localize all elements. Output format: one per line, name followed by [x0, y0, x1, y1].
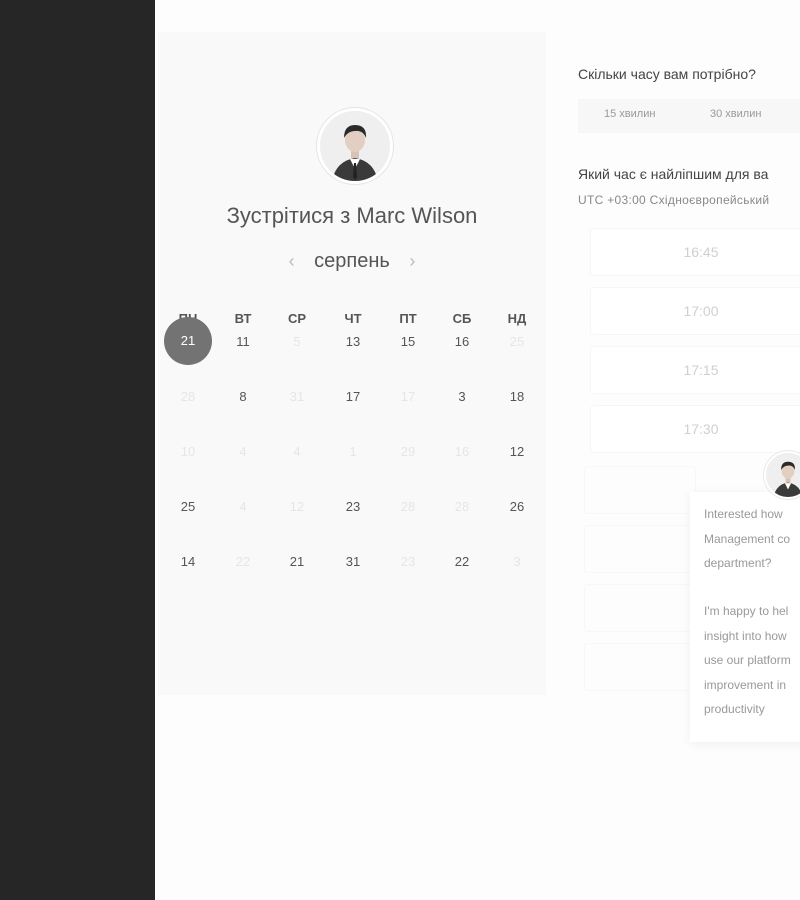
calendar-day[interactable]: 18: [497, 389, 537, 404]
calendar-day[interactable]: 29: [388, 444, 428, 459]
calendar-day[interactable]: 16: [442, 334, 482, 349]
calendar-day[interactable]: 23: [333, 499, 373, 514]
host-avatar: [317, 108, 393, 184]
calendar-day[interactable]: 23: [388, 554, 428, 569]
calendar-day-selected[interactable]: 21: [164, 317, 212, 365]
person-icon: [320, 111, 390, 181]
calendar-day[interactable]: 25: [168, 499, 208, 514]
chat-message-1: Interested how Management co department?: [704, 507, 791, 570]
calendar-day[interactable]: 22: [442, 554, 482, 569]
calendar-day[interactable]: 8: [223, 389, 263, 404]
calendar-day[interactable]: 31: [277, 389, 317, 404]
calendar-day[interactable]: 25: [497, 334, 537, 349]
calendar-day[interactable]: 31: [333, 554, 373, 569]
chevron-right-icon[interactable]: ›: [409, 251, 415, 272]
weekday-label: НД: [507, 311, 527, 326]
calendar-day[interactable]: 28: [388, 499, 428, 514]
duration-option-15[interactable]: 15 хвилин: [604, 108, 655, 120]
calendar-day[interactable]: 11: [223, 334, 263, 349]
calendar-day[interactable]: 28: [442, 499, 482, 514]
timezone-label[interactable]: UTC +03:00 Східноєвропейський: [578, 193, 769, 207]
calendar-day[interactable]: 15: [388, 334, 428, 349]
weekday-label: СР: [287, 311, 307, 326]
booking-page: Зустрітися з Marc Wilson ‹ серпень › Скі…: [155, 0, 800, 900]
logo-icon: [360, 0, 450, 15]
calendar-day[interactable]: 4: [277, 444, 317, 459]
calendar-day[interactable]: 5: [277, 334, 317, 349]
calendar-day[interactable]: 17: [388, 389, 428, 404]
calendar-day[interactable]: 13: [333, 334, 373, 349]
calendar-day[interactable]: 28: [168, 389, 208, 404]
time-slot-hidden: [584, 525, 696, 573]
duration-option-30[interactable]: 30 хвилин: [710, 108, 761, 120]
month-navigation: ‹ серпень ›: [155, 250, 549, 273]
time-slot-hidden: [584, 466, 696, 514]
time-slot[interactable]: 17:15: [590, 346, 800, 394]
calendar-day[interactable]: 26: [497, 499, 537, 514]
calendar-day[interactable]: 1: [333, 444, 373, 459]
month-label: серпень: [314, 250, 390, 272]
calendar-day[interactable]: 3: [497, 554, 537, 569]
calendar-day[interactable]: 4: [223, 444, 263, 459]
dark-sidebar: [0, 0, 155, 900]
time-question: Який час є найліпшим для ва: [578, 166, 769, 182]
calendar-day[interactable]: 10: [168, 444, 208, 459]
time-slot[interactable]: 16:45: [590, 228, 800, 276]
person-icon: [766, 453, 800, 497]
calendar-day[interactable]: 22: [223, 554, 263, 569]
time-slot-hidden: [584, 643, 696, 691]
booking-options-panel: Скільки часу вам потрібно? 15 хвилин 30 …: [578, 0, 800, 900]
weekday-label: ВТ: [234, 311, 252, 326]
chat-popup[interactable]: Interested how Management co department?…: [690, 492, 800, 742]
calendar-day[interactable]: 12: [497, 444, 537, 459]
calendar-day[interactable]: 3: [442, 389, 482, 404]
time-slot[interactable]: 17:30: [590, 405, 800, 453]
time-slot-hidden: [584, 584, 696, 632]
meet-title: Зустрітися з Marc Wilson: [226, 203, 478, 228]
chat-message-2: I'm happy to hel insight into how use ou…: [704, 604, 791, 716]
calendar-day[interactable]: 12: [277, 499, 317, 514]
weekday-label: СБ: [452, 311, 472, 326]
time-slot[interactable]: 17:00: [590, 287, 800, 335]
weekday-label: ПТ: [399, 311, 417, 326]
calendar-day[interactable]: 16: [442, 444, 482, 459]
calendar-day[interactable]: 17: [333, 389, 373, 404]
weekday-label: ЧТ: [344, 311, 362, 326]
duration-selector: 15 хвилин 30 хвилин: [578, 99, 800, 133]
calendar-day[interactable]: 14: [168, 554, 208, 569]
calendar-day[interactable]: 21: [277, 554, 317, 569]
chevron-left-icon[interactable]: ‹: [289, 251, 295, 272]
duration-question: Скільки часу вам потрібно?: [578, 66, 756, 82]
calendar-day[interactable]: 4: [223, 499, 263, 514]
